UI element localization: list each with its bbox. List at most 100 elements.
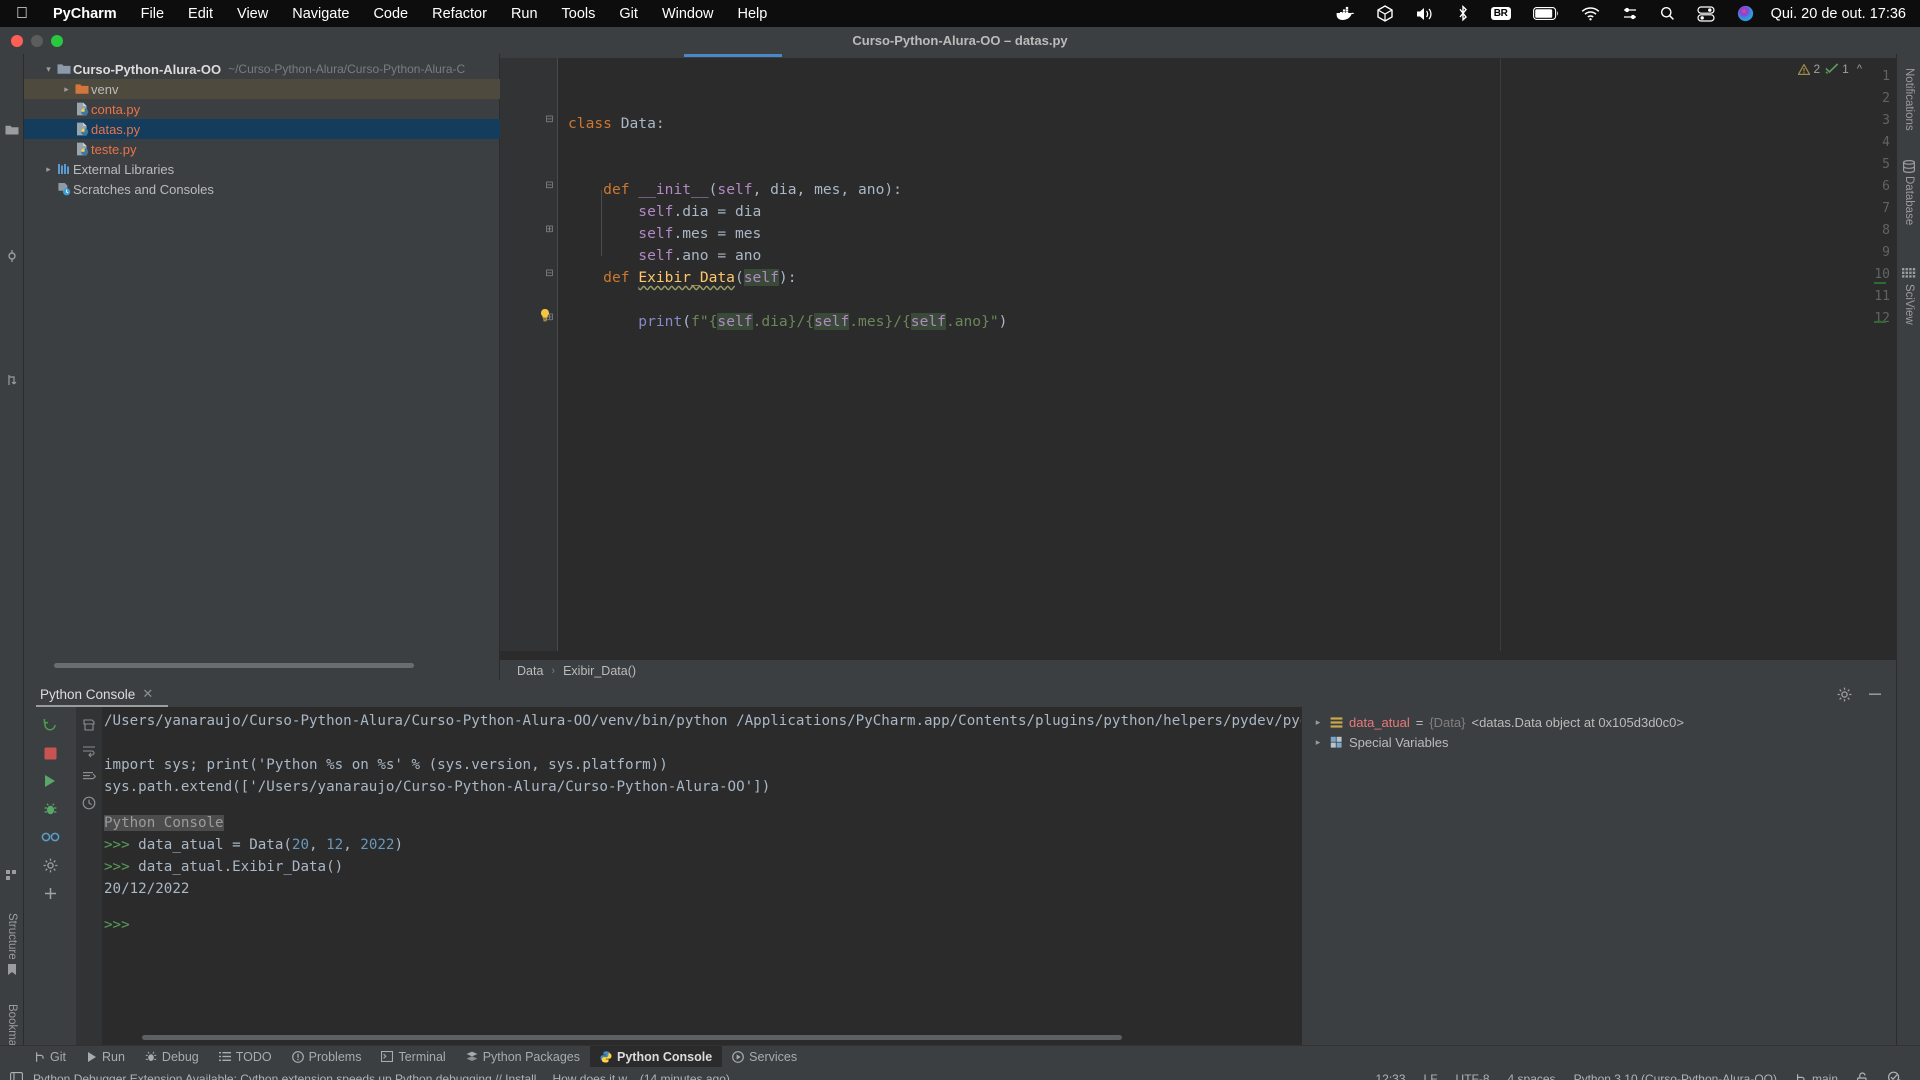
menu-item-edit[interactable]: Edit xyxy=(176,6,225,22)
minimize-window-button[interactable] xyxy=(31,34,43,47)
minimize-icon[interactable] xyxy=(1868,687,1882,701)
editor-tab-datas-py-indicator[interactable] xyxy=(684,54,782,57)
fold-marker-exibir[interactable]: ⊟ xyxy=(544,269,555,280)
siri-icon[interactable] xyxy=(1726,5,1765,22)
infinity-icon[interactable] xyxy=(37,824,63,850)
print-icon[interactable] xyxy=(78,712,100,738)
close-icon[interactable]: ✕ xyxy=(142,686,153,702)
tree-item-scratches-and-consoles[interactable]: Scratches and Consoles xyxy=(24,179,500,199)
console-tab[interactable]: Python Console ✕ xyxy=(36,686,157,702)
bottom-tab-python-packages[interactable]: Python Packages xyxy=(456,1046,590,1068)
toggle-icon[interactable] xyxy=(1686,5,1726,22)
search-icon[interactable] xyxy=(1649,6,1686,21)
editor-marker[interactable] xyxy=(1874,282,1886,284)
menu-item-code[interactable]: Code xyxy=(361,6,420,22)
bottom-tab-run[interactable]: Run xyxy=(76,1046,135,1068)
menu-item-git[interactable]: Git xyxy=(607,6,650,22)
python-interpreter[interactable]: Python 3.10 (Curso-Python-Alura-OO) xyxy=(1565,1072,1786,1080)
chevron-down-icon[interactable]: ▾ xyxy=(42,64,55,75)
editor-code-area[interactable]: class Data: def __init__(self, dia, mes,… xyxy=(558,58,1896,680)
bottom-tab-problems[interactable]: Problems xyxy=(282,1046,372,1068)
caret-position[interactable]: 12:33 xyxy=(1366,1072,1414,1080)
menu-item-pycharm[interactable]: PyCharm xyxy=(41,6,129,22)
fold-marker-init[interactable]: ⊟ xyxy=(544,181,555,192)
inspection-ok-indicator[interactable]: 1 xyxy=(1825,62,1849,76)
bottom-tab-git[interactable]: Git xyxy=(24,1046,76,1068)
bottom-tab-todo[interactable]: TODO xyxy=(209,1046,282,1068)
box-icon[interactable] xyxy=(1366,5,1404,22)
bottom-tab-services[interactable]: Services xyxy=(722,1046,807,1068)
editor-marker[interactable] xyxy=(1874,321,1886,323)
menubar-clock[interactable]: Qui. 20 de out. 17:36 xyxy=(1765,6,1906,22)
menu-item-refactor[interactable]: Refactor xyxy=(420,6,499,22)
execute-icon[interactable] xyxy=(37,768,63,794)
line-separator[interactable]: LF xyxy=(1415,1072,1447,1080)
sidebar-tab-notifications[interactable]: Notifications xyxy=(1897,68,1920,160)
menu-item-help[interactable]: Help xyxy=(726,6,780,22)
indent-setting[interactable]: 4 spaces xyxy=(1499,1072,1565,1080)
menu-item-tools[interactable]: Tools xyxy=(550,6,608,22)
tree-item-teste-py[interactable]: teste.py xyxy=(24,139,500,159)
soft-wrap-icon[interactable] xyxy=(78,738,100,764)
bottom-tab-terminal[interactable]: Terminal xyxy=(371,1046,455,1068)
tree-item-venv[interactable]: ▸ venv xyxy=(24,79,500,99)
git-branch-widget[interactable]: main xyxy=(1786,1072,1847,1080)
sidebar-tab-database[interactable]: Database xyxy=(1897,176,1920,248)
intention-bulb-icon[interactable] xyxy=(538,308,552,322)
bluetooth-icon[interactable] xyxy=(1446,5,1480,22)
editor-gutter[interactable] xyxy=(500,58,558,680)
sidebar-tab-structure[interactable]: Structure xyxy=(0,884,24,960)
chevron-right-icon[interactable]: ▸ xyxy=(42,164,55,175)
scroll-end-icon[interactable] xyxy=(78,764,100,790)
bottom-tab-debug[interactable]: Debug xyxy=(135,1046,209,1068)
console-horizontal-scrollbar[interactable] xyxy=(142,1035,1122,1040)
tree-item-conta-py[interactable]: conta.py xyxy=(24,99,500,119)
fold-marker-init-end[interactable]: ⊞ xyxy=(544,225,555,236)
tree-item-datas-py[interactable]: datas.py xyxy=(24,119,500,139)
notification-icon[interactable] xyxy=(10,1072,31,1080)
control-center-icon[interactable] xyxy=(1611,6,1649,21)
docker-icon[interactable] xyxy=(1325,6,1366,21)
close-window-button[interactable] xyxy=(11,34,23,47)
apple-icon[interactable]:  xyxy=(0,5,41,22)
chevron-right-icon[interactable]: ▸ xyxy=(60,84,73,95)
stop-icon[interactable] xyxy=(37,740,63,766)
attach-debugger-icon[interactable] xyxy=(37,796,63,822)
battery-icon[interactable] xyxy=(1522,7,1570,20)
menu-item-view[interactable]: View xyxy=(225,6,280,22)
breadcrumb-class[interactable]: Data xyxy=(517,664,543,678)
bottom-tab-python-console[interactable]: Python Console xyxy=(590,1045,723,1068)
status-link[interactable]: How does it w... (14 minutes ago) xyxy=(538,1072,729,1080)
breadcrumb[interactable]: Data › Exibir_Data() xyxy=(500,660,1896,681)
inspection-widget[interactable]: 2 1 ^ xyxy=(1798,62,1862,76)
fold-marker-class[interactable]: ⊟ xyxy=(544,115,555,126)
console-prompt-line[interactable]: >>> xyxy=(104,914,130,936)
menu-item-navigate[interactable]: Navigate xyxy=(280,6,361,22)
chevron-right-icon[interactable]: ▸ xyxy=(1312,737,1324,748)
volume-icon[interactable] xyxy=(1404,6,1446,22)
console-output[interactable]: /Users/yanaraujo/Curso-Python-Alura/Curs… xyxy=(102,707,1301,1045)
unlock-icon[interactable] xyxy=(1847,1071,1878,1080)
variable-row-data-atual[interactable]: ▸ data_atual = {Data} <datas.Data object… xyxy=(1302,712,1896,732)
br-badge-icon[interactable]: BR xyxy=(1480,7,1522,20)
tree-item-project-root[interactable]: ▾ Curso-Python-Alura-OO ~/Curso-Python-A… xyxy=(24,59,500,79)
menu-item-window[interactable]: Window xyxy=(650,6,726,22)
maximize-window-button[interactable] xyxy=(51,34,63,47)
tree-item-external-libraries[interactable]: ▸ External Libraries xyxy=(24,159,500,179)
settings-icon[interactable] xyxy=(37,852,63,878)
gear-icon[interactable] xyxy=(1837,687,1852,702)
variable-row-special-variables[interactable]: ▸ Special Variables xyxy=(1302,732,1896,752)
inspection-settings-icon[interactable] xyxy=(1878,1071,1912,1080)
project-horizontal-scrollbar[interactable] xyxy=(54,663,414,668)
breadcrumb-member[interactable]: Exibir_Data() xyxy=(563,664,636,678)
warning-indicator[interactable]: 2 xyxy=(1798,62,1820,76)
chevron-up-icon[interactable]: ^ xyxy=(1854,63,1862,75)
rerun-icon[interactable] xyxy=(37,712,63,738)
history-icon[interactable] xyxy=(78,790,100,816)
chevron-right-icon[interactable]: ▸ xyxy=(1312,717,1324,728)
menu-item-file[interactable]: File xyxy=(129,6,176,22)
add-icon[interactable] xyxy=(37,880,63,906)
menu-item-run[interactable]: Run xyxy=(499,6,550,22)
file-encoding[interactable]: UTF-8 xyxy=(1447,1072,1499,1080)
sidebar-tab-sciview[interactable]: SciView xyxy=(1897,284,1920,342)
